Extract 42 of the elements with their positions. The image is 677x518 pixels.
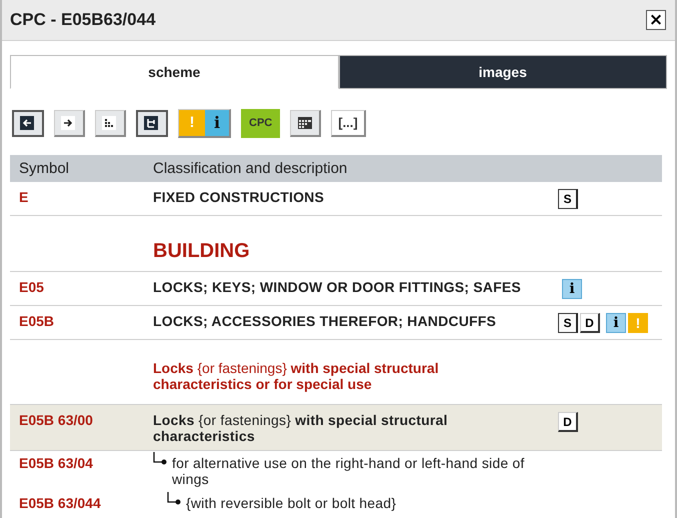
symbol-link[interactable]: E05B xyxy=(10,313,153,329)
tree-icon xyxy=(144,116,160,130)
description: Locks {or fastenings} with special structural characteristics xyxy=(153,412,449,444)
section-heading: BUILDING xyxy=(153,240,251,263)
definition-badge[interactable]: D xyxy=(558,412,578,432)
group-heading: Locks {or fastenings} with special structural characteristics or for special use xyxy=(153,360,440,392)
grid-icon xyxy=(297,116,314,130)
definition-badge[interactable]: D xyxy=(580,313,600,333)
document-badge[interactable]: S xyxy=(558,189,578,209)
document-badge[interactable]: S xyxy=(558,313,578,333)
table-row[interactable]: E05B 63/04 for alternative use on the right-hand or left-hand side of wings xyxy=(10,451,662,491)
grid-button[interactable] xyxy=(290,110,322,136)
back-icon xyxy=(20,116,36,130)
symbol-link[interactable]: E05B 63/04 xyxy=(10,455,153,471)
tab[interactable]: images xyxy=(338,55,667,89)
description: LOCKS; ACCESSORIES THEREFOR; HANDCUFFS xyxy=(153,313,496,329)
symbol-link[interactable]: E05B 63/044 xyxy=(10,495,153,511)
forward-icon xyxy=(61,116,77,130)
tree-button[interactable] xyxy=(136,110,168,136)
more-button[interactable]: [...] xyxy=(331,110,366,136)
cpc-button[interactable]: CPC xyxy=(241,108,280,138)
tab[interactable]: scheme xyxy=(10,55,338,89)
symbol-link[interactable]: E xyxy=(10,189,153,205)
column-header: Symbol xyxy=(18,160,70,177)
forward-button[interactable] xyxy=(54,110,85,136)
close-button[interactable]: × xyxy=(646,10,666,30)
description: LOCKS; KEYS; WINDOW OR DOOR FITTINGS; SAFES xyxy=(153,279,521,295)
warning-info-button[interactable]: ! i xyxy=(178,108,231,138)
info-badge[interactable]: i xyxy=(606,313,626,333)
outline-button[interactable] xyxy=(95,110,126,136)
description: for alternative use on the right-hand or left-hand side of wings xyxy=(172,455,526,487)
dots-icon xyxy=(102,116,118,130)
symbol-link[interactable]: E05B 63/00 xyxy=(10,412,153,428)
info-badge[interactable]: i xyxy=(562,279,582,299)
back-button[interactable] xyxy=(12,110,44,136)
symbol-link[interactable]: E05 xyxy=(10,279,153,295)
description: {with reversible bolt or bolt head} xyxy=(186,495,396,511)
column-header: Classification and description xyxy=(153,160,348,177)
description: FIXED CONSTRUCTIONS xyxy=(153,189,324,205)
table-row[interactable]: E05B 63/00 Locks {or fastenings} with special structural characteristics D xyxy=(10,404,662,451)
window-title: CPC - E05B63/044 xyxy=(10,10,156,30)
table-row[interactable]: E05B 63/044 {with reversible bolt or bolt head} xyxy=(10,491,662,515)
